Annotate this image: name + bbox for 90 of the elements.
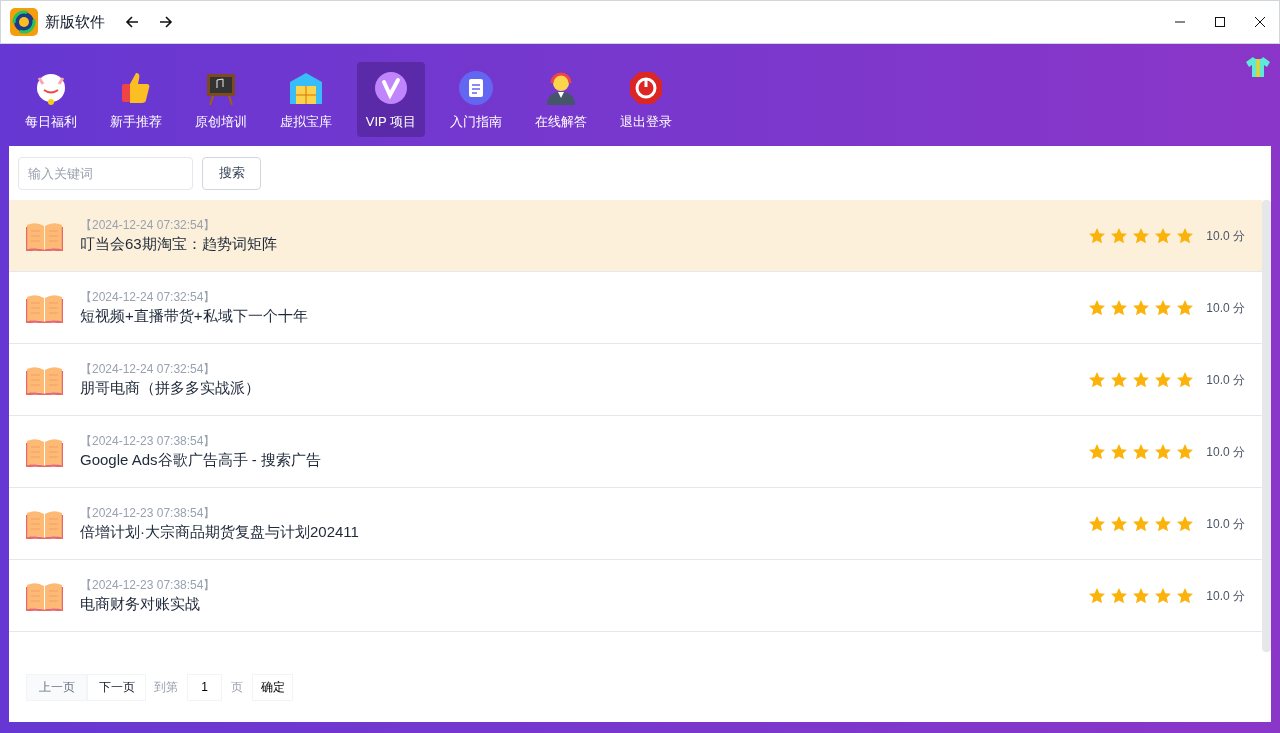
window-title: 新版软件: [45, 11, 105, 32]
goto-label: 到第: [154, 679, 178, 696]
nav-label: 虚拟宝库: [280, 113, 332, 131]
nav-tab[interactable]: 入门指南: [442, 62, 510, 137]
item-title: 短视频+直播带货+私域下一个十年: [80, 305, 308, 326]
star-icon: [1088, 443, 1107, 460]
nav-label: 退出登录: [620, 113, 672, 131]
open-book-icon: [26, 508, 63, 539]
item-title: 电商财务对账实战: [80, 593, 201, 614]
star-icon: [1154, 587, 1173, 604]
shirt-icon[interactable]: [1245, 56, 1271, 78]
timestamp: 【2024-12-24 07:32:54】: [80, 360, 217, 377]
item-title: 倍增计划·大宗商品期货复盘与计划202411: [80, 521, 359, 542]
star-icon: [1176, 299, 1195, 316]
nav-label: 入门指南: [450, 113, 502, 131]
star-icon: [1088, 299, 1107, 316]
star-icon: [1154, 443, 1173, 460]
open-book-icon: [26, 292, 63, 323]
score-label: 10.0 分: [1206, 299, 1245, 317]
open-book-icon: [26, 580, 63, 611]
nav-label: 原创培训: [195, 113, 247, 131]
item-title: Google Ads谷歌广告高手 - 搜索广告: [80, 449, 321, 470]
item-title: 叮当会63期淘宝：趋势词矩阵: [80, 233, 277, 254]
star-icon: [1132, 227, 1151, 244]
timestamp: 【2024-12-24 07:32:54】: [80, 216, 217, 233]
document-icon: [458, 70, 494, 106]
star-icon: [1176, 371, 1195, 388]
nav-label: VIP 项目: [365, 113, 417, 131]
close-icon[interactable]: [1254, 16, 1266, 28]
search-field[interactable]: 输入关键词: [18, 156, 193, 190]
nav-tab[interactable]: 在线解答: [527, 62, 595, 137]
nav-tab[interactable]: 每日福利: [17, 62, 85, 137]
scrollbar[interactable]: [1262, 200, 1271, 652]
score-label: 10.0 分: [1206, 515, 1245, 533]
star-icon: [1176, 227, 1195, 244]
item-title: 朋哥电商（拼多多实战派）: [80, 377, 260, 398]
nav-tab[interactable]: 新手推荐: [102, 62, 170, 137]
star-icon: [1154, 227, 1173, 244]
star-icon: [1088, 587, 1107, 604]
back-arrow-icon[interactable]: [125, 15, 139, 29]
star-icon: [1110, 443, 1129, 460]
star-icon: [1176, 587, 1195, 604]
star-icon: [1154, 515, 1173, 532]
star-icon: [1132, 587, 1151, 604]
timestamp: 【2024-12-24 07:32:54】: [80, 288, 217, 305]
star-icon: [1110, 371, 1129, 388]
power-icon: [628, 70, 664, 106]
star-icon: [1176, 443, 1195, 460]
nav-tab[interactable]: 虚拟宝库: [272, 62, 340, 137]
star-icon: [1088, 227, 1107, 244]
star-icon: [1110, 515, 1129, 532]
open-book-icon: [26, 436, 63, 467]
page-number-field[interactable]: 1: [187, 673, 222, 701]
open-book-icon: [26, 364, 63, 395]
page-unit-label: 页: [231, 679, 243, 696]
score-label: 10.0 分: [1206, 371, 1245, 389]
score-label: 10.0 分: [1206, 227, 1245, 245]
star-icon: [1132, 515, 1151, 532]
star-icon: [1154, 371, 1173, 388]
open-book-icon: [26, 220, 63, 251]
search-button[interactable]: 搜索: [202, 156, 261, 190]
nav-label: 每日福利: [25, 113, 77, 131]
nav-tab[interactable]: 退出登录: [612, 62, 680, 137]
star-icon: [1154, 299, 1173, 316]
star-icon: [1088, 371, 1107, 388]
timestamp: 【2024-12-23 07:38:54】: [80, 432, 217, 449]
warehouse-icon: [288, 70, 324, 106]
star-icon: [1176, 515, 1195, 532]
star-icon: [1110, 587, 1129, 604]
score-label: 10.0 分: [1206, 587, 1245, 605]
next-page-button[interactable]: 下一页: [87, 673, 146, 701]
star-icon: [1110, 227, 1129, 244]
list-row[interactable]: 【2024-12-24 07:32:54】 叮当会63期淘宝：趋势词矩阵 10.0 分: [9, 200, 1262, 272]
star-icon: [1088, 515, 1107, 532]
timestamp: 【2024-12-23 07:38:54】: [80, 504, 217, 521]
nav-label: 新手推荐: [110, 113, 162, 131]
vip-badge-icon: [373, 70, 409, 106]
confirm-button[interactable]: 确定: [252, 673, 293, 701]
nav-tab[interactable]: 原创培训: [187, 62, 255, 137]
forward-arrow-icon[interactable]: [159, 15, 173, 29]
star-icon: [1132, 443, 1151, 460]
star-icon: [1110, 299, 1129, 316]
star-icon: [1132, 371, 1151, 388]
app-logo-icon: [10, 8, 38, 36]
maximize-icon[interactable]: [1214, 16, 1226, 28]
timestamp: 【2024-12-23 07:38:54】: [80, 576, 216, 593]
score-label: 10.0 分: [1206, 443, 1245, 461]
nav-tab[interactable]: VIP 项目: [357, 62, 425, 137]
nav-label: 在线解答: [535, 113, 587, 131]
star-icon: [1132, 299, 1151, 316]
